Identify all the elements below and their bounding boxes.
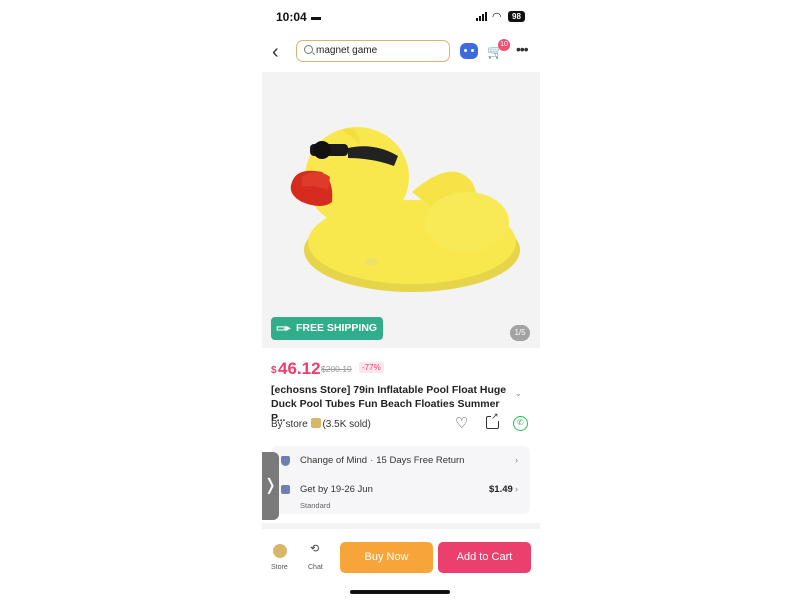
top-nav: ‹ magnet game 🛒 10 ••• [262,38,540,70]
product-image-gallery[interactable]: ▭▸ FREE SHIPPING 1/5 [262,72,540,348]
sleep-icon: ▬ [311,12,321,23]
home-indicator[interactable] [350,590,450,594]
search-value: magnet game [316,45,378,56]
robot-eye-left [464,49,467,52]
add-to-cart-button[interactable]: Add to Cart [438,542,531,573]
return-detail: 15 Days Free Return [376,455,465,466]
delivery-method: Standard [300,501,331,510]
discount-badge: -77% [359,362,384,373]
return-policy-row[interactable]: Change of Mind · 15 Days Free Return [300,455,464,466]
heart-icon[interactable]: ♡ [455,414,468,432]
current-price: 46.12 [278,359,321,378]
chevron-down-icon[interactable]: ⌄ [515,389,522,398]
buy-now-button[interactable]: Buy Now [340,542,433,573]
battery-indicator: 98 [508,11,525,22]
store-icon[interactable] [273,544,287,558]
wifi-icon: ◠ [492,11,502,23]
chat-icon[interactable]: ⟲ [310,542,319,555]
phone-screen: 10:04 ▬ ◠ 98 ‹ magnet game 🛒 10 ••• ▭▸ F… [262,0,540,600]
image-pager: 1/5 [510,325,530,341]
store-logo-icon [311,418,322,428]
section-divider [262,523,540,529]
robot-eye-right [471,49,474,52]
search-input[interactable]: magnet game [296,40,450,62]
chevron-right-icon[interactable]: › [515,455,518,465]
duck-float-image [290,127,520,292]
cart-count-badge: 10 [498,39,510,51]
separator-dot: · [370,455,374,466]
status-bar: 10:04 ▬ ◠ 98 [262,0,540,36]
side-drawer-tab[interactable]: ❭ [262,452,279,520]
return-policy: Change of Mind [300,455,368,466]
shield-icon [281,456,290,466]
more-options-icon[interactable]: ••• [516,41,529,57]
assistant-robot-icon[interactable] [460,43,478,59]
package-icon [281,485,290,494]
chat-label[interactable]: Chat [308,564,323,571]
whatsapp-icon[interactable]: ✆ [513,416,528,431]
delivery-estimate[interactable]: Get by 19-26 Jun [300,484,373,495]
search-icon [304,45,313,54]
store-byline[interactable]: By store (3.5K sold) [271,418,371,430]
chevron-right-icon[interactable]: › [515,484,518,494]
truck-icon: ▭▸ [276,323,291,334]
price-row: $ 46.12 $200.19 -77% [271,356,531,378]
share-icon[interactable]: ↗ [486,412,499,429]
back-icon[interactable]: ‹ [272,42,279,62]
store-label[interactable]: Store [271,564,288,571]
sold-count: (3.5K sold) [322,419,371,430]
status-time: 10:04 [276,10,307,24]
free-shipping-label: FREE SHIPPING [296,322,378,334]
cellular-signal-icon [476,12,487,21]
currency-symbol: $ [271,365,277,376]
free-shipping-badge: ▭▸ FREE SHIPPING [271,317,384,340]
original-price: $200.19 [321,364,352,374]
by-store-label: By store [271,419,308,430]
delivery-price: $1.49 [489,484,513,495]
shipping-info-card: Change of Mind · 15 Days Free Return › Get… [271,446,530,514]
